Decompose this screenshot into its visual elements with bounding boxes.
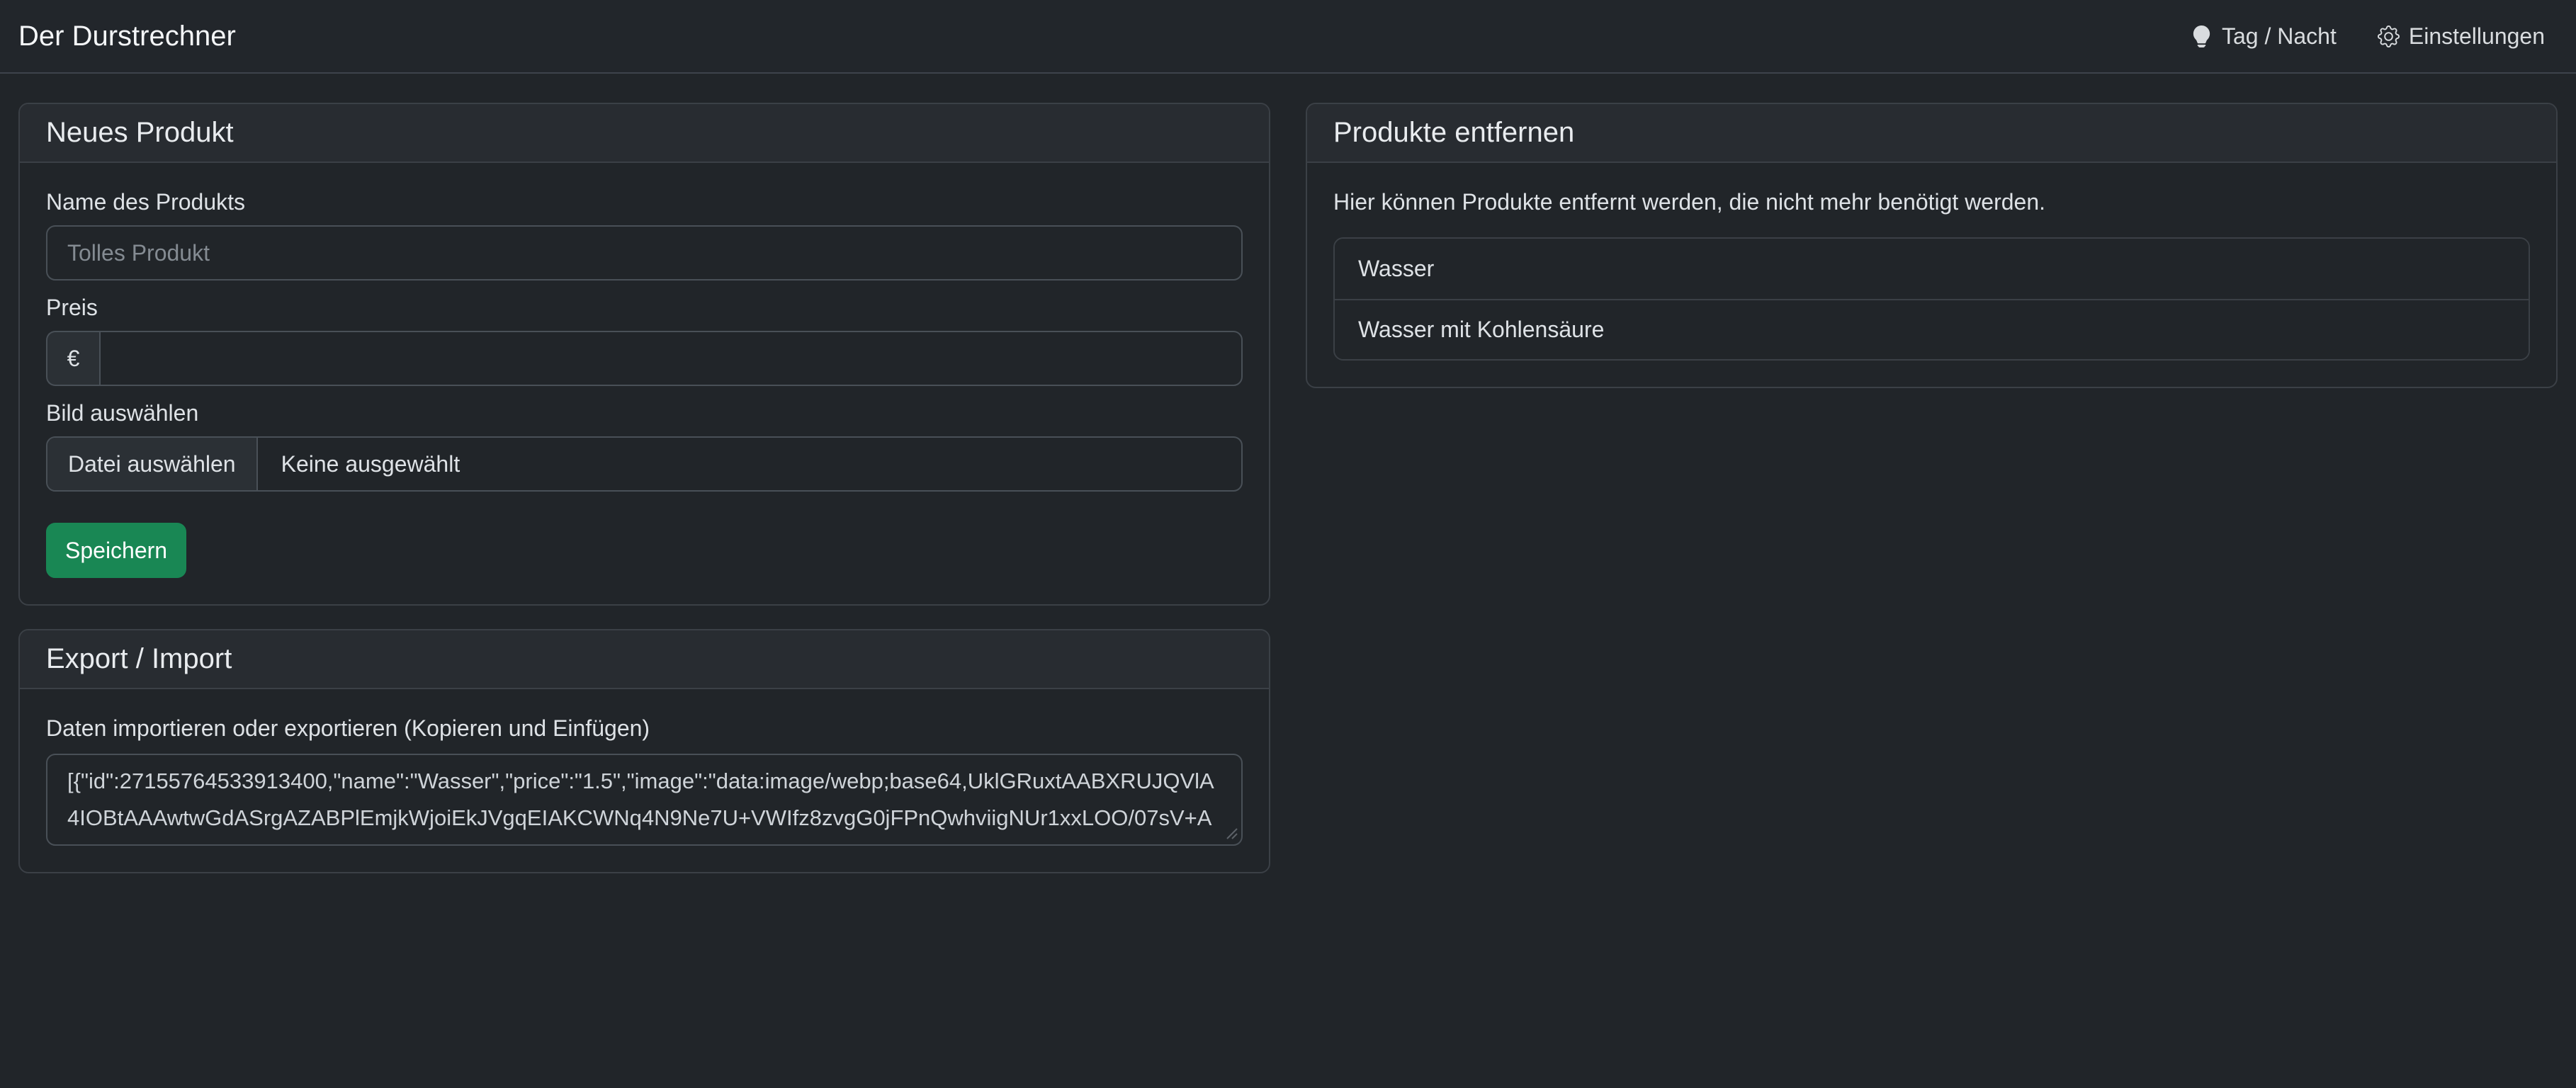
lightbulb-icon [2191,26,2213,47]
price-input[interactable] [99,331,1243,386]
product-name-group: Name des Produkts [46,189,1243,280]
export-import-textarea[interactable]: [{"id":27155764533913400,"name":"Wasser"… [46,754,1243,846]
app-title: Der Durstrechner [18,21,236,52]
remove-products-card: Produkte entfernen Hier können Produkte … [1306,103,2558,388]
price-label: Preis [46,295,1243,321]
settings-link[interactable]: Einstellungen [2378,23,2545,50]
main-content: Neues Produkt Name des Produkts Preis € … [0,74,2576,873]
theme-toggle-link[interactable]: Tag / Nacht [2191,23,2337,50]
export-import-card: Export / Import Daten importieren oder e… [18,629,1270,873]
remove-products-title: Produkte entfernen [1333,117,1574,149]
export-import-title: Export / Import [46,643,232,675]
product-list-item-wasser-mit-kohlensaeure[interactable]: Wasser mit Kohlensäure [1335,299,2529,359]
navbar-actions: Tag / Nacht Einstellungen [2191,23,2545,50]
right-column: Produkte entfernen Hier können Produkte … [1306,103,2558,388]
theme-toggle-label: Tag / Nacht [2222,23,2337,50]
file-choose-button[interactable]: Datei auswählen [47,438,258,490]
remove-products-card-header: Produkte entfernen [1307,104,2556,163]
export-import-card-header: Export / Import [20,630,1269,689]
left-column: Neues Produkt Name des Produkts Preis € … [18,103,1270,873]
new-product-card-header: Neues Produkt [20,104,1269,163]
export-import-textarea-wrap: [{"id":27155764533913400,"name":"Wasser"… [46,754,1243,846]
image-group: Bild auswählen Datei auswählen Keine aus… [46,400,1243,492]
new-product-title: Neues Produkt [46,117,234,149]
settings-label: Einstellungen [2409,23,2545,50]
new-product-card-body: Name des Produkts Preis € Bild auswählen… [20,163,1269,604]
product-list-item-wasser[interactable]: Wasser [1335,239,2529,299]
product-name-input[interactable] [46,225,1243,280]
export-import-label: Daten importieren oder exportieren (Kopi… [46,715,1243,742]
product-name-label: Name des Produkts [46,189,1243,215]
price-input-group: € [46,331,1243,386]
currency-addon: € [46,331,99,386]
remove-products-card-body: Hier können Produkte entfernt werden, di… [1307,163,2556,387]
image-label: Bild auswählen [46,400,1243,426]
remove-products-description: Hier können Produkte entfernt werden, di… [1333,189,2530,215]
image-file-input[interactable]: Datei auswählen Keine ausgewählt [46,436,1243,492]
product-list: Wasser Wasser mit Kohlensäure [1333,237,2530,361]
save-button[interactable]: Speichern [46,523,186,578]
export-import-card-body: Daten importieren oder exportieren (Kopi… [20,689,1269,872]
resize-grip-icon[interactable] [1224,826,1238,840]
file-status-text: Keine ausgewählt [258,438,484,490]
navbar: Der Durstrechner Tag / Nacht Einstellung… [0,0,2576,74]
new-product-card: Neues Produkt Name des Produkts Preis € … [18,103,1270,606]
gear-icon [2378,26,2400,47]
price-group: Preis € [46,295,1243,386]
